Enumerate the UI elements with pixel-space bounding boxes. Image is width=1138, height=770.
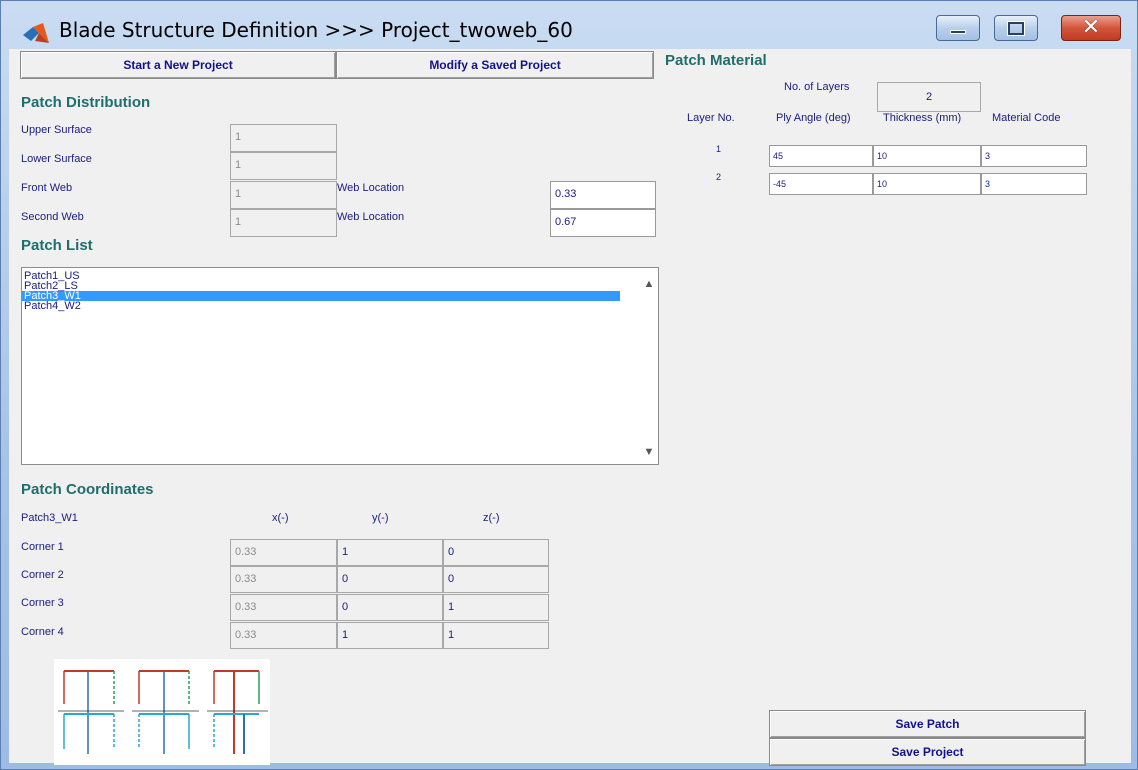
patch-coordinates-heading: Patch Coordinates [21, 481, 154, 498]
minimize-icon [950, 30, 966, 34]
corner-y-field: 1 [337, 622, 443, 649]
corner-z-field: 1 [443, 622, 549, 649]
corner-z-field: 1 [443, 594, 549, 621]
thickness-header: Thickness (mm) [883, 112, 962, 124]
second-web-field: 1 [230, 209, 337, 237]
matlab-logo-icon [23, 23, 49, 43]
save-patch-button[interactable]: Save Patch [769, 710, 1086, 738]
app-window: Blade Structure Definition >>> Project_t… [0, 0, 1138, 770]
start-new-project-button[interactable]: Start a New Project [20, 51, 336, 79]
scroll-up-icon[interactable]: ▲ [640, 278, 658, 290]
maximize-icon [1007, 20, 1025, 36]
corner-label: Corner 3 [21, 597, 64, 609]
corner-x-field: 0.33 [230, 566, 337, 593]
corner-x-field: 0.33 [230, 594, 337, 621]
corner-y-field: 1 [337, 539, 443, 566]
title-bar[interactable]: Blade Structure Definition >>> Project_t… [1, 1, 1138, 49]
scroll-down-icon[interactable]: ▼ [640, 446, 658, 458]
list-item[interactable]: Patch4_W2 [22, 301, 658, 312]
ply-angle-input[interactable]: 45 [769, 145, 873, 167]
front-web-label: Front Web [21, 182, 73, 194]
ply-angle-header: Ply Angle (deg) [776, 112, 851, 124]
patch-material-heading: Patch Material [665, 52, 767, 69]
material-code-header: Material Code [992, 112, 1061, 124]
close-button[interactable]: ✕ [1061, 15, 1121, 41]
patch-listbox[interactable]: Patch1_US Patch2_LS Patch3_W1 Patch4_W2 … [21, 267, 659, 465]
corner-x-field: 0.33 [230, 622, 337, 649]
corner-label: Corner 1 [21, 541, 64, 553]
list-item-selected[interactable]: Patch3_W1 [22, 291, 620, 302]
preview-diagram-1 [58, 670, 124, 754]
layer-no-header: Layer No. [687, 112, 735, 124]
front-web-location-label: Web Location [337, 182, 405, 194]
upper-surface-label: Upper Surface [21, 124, 92, 136]
lower-surface-field: 1 [230, 152, 337, 180]
patch-name-label: Patch3_W1 [21, 512, 78, 524]
window-title: Blade Structure Definition >>> Project_t… [59, 18, 573, 42]
client-area: Start a New Project Modify a Saved Proje… [9, 49, 1131, 766]
patch-preview-diagrams [54, 659, 270, 765]
corner-x-field: 0.33 [230, 539, 337, 566]
minimize-button[interactable] [936, 15, 980, 41]
thickness-input[interactable]: 10 [873, 145, 981, 167]
front-web-location-input[interactable]: 0.33 [550, 181, 656, 209]
ply-angle-input[interactable]: -45 [769, 173, 873, 195]
save-project-button[interactable]: Save Project [769, 738, 1086, 766]
list-item[interactable]: Patch2_LS [22, 281, 658, 292]
modify-saved-project-button[interactable]: Modify a Saved Project [336, 51, 654, 79]
material-code-input[interactable]: 3 [981, 173, 1087, 195]
close-icon: ✕ [1081, 15, 1101, 40]
thickness-input[interactable]: 10 [873, 173, 981, 195]
second-web-location-label: Web Location [337, 211, 405, 223]
lower-surface-label: Lower Surface [21, 153, 92, 165]
corner-z-field: 0 [443, 566, 549, 593]
maximize-button[interactable] [994, 15, 1038, 41]
upper-surface-field: 1 [230, 124, 337, 152]
front-web-field: 1 [230, 181, 337, 209]
patch-list-heading: Patch List [21, 237, 93, 254]
y-column-header: y(-) [372, 512, 389, 524]
corner-z-field: 0 [443, 539, 549, 566]
preview-diagram-2 [132, 670, 199, 754]
second-web-location-input[interactable]: 0.67 [550, 209, 656, 237]
corner-y-field: 0 [337, 566, 443, 593]
layer-number: 2 [716, 172, 722, 182]
no-layers-field: 2 [877, 82, 981, 112]
preview-diagram-3 [207, 670, 268, 754]
layer-number: 1 [716, 144, 722, 154]
material-code-input[interactable]: 3 [981, 145, 1087, 167]
corner-label: Corner 2 [21, 569, 64, 581]
corner-label: Corner 4 [21, 626, 64, 638]
x-column-header: x(-) [272, 512, 289, 524]
z-column-header: z(-) [483, 512, 500, 524]
second-web-label: Second Web [21, 211, 84, 223]
patch-distribution-heading: Patch Distribution [21, 94, 151, 111]
corner-y-field: 0 [337, 594, 443, 621]
list-item[interactable]: Patch1_US [22, 271, 658, 282]
no-layers-label: No. of Layers [784, 81, 850, 93]
